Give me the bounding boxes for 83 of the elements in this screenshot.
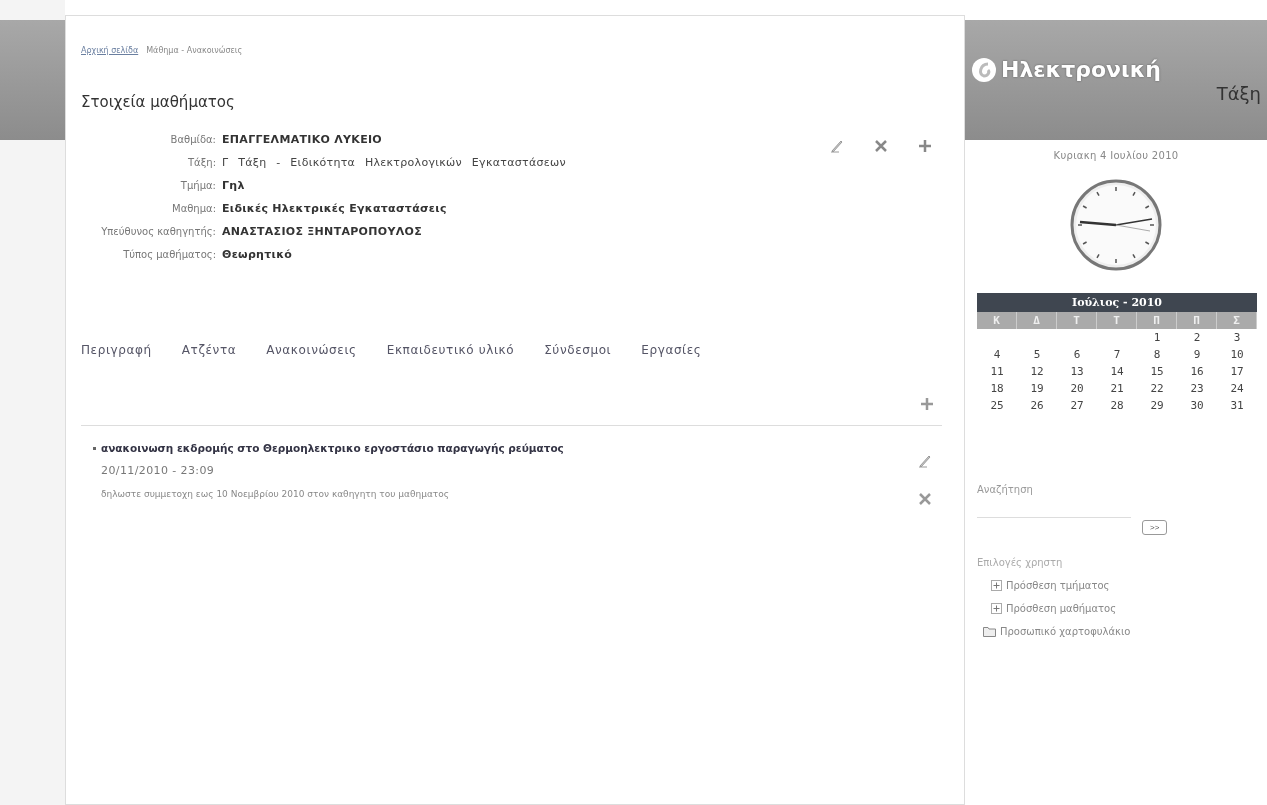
calendar-day[interactable]: 19 [1017,380,1057,397]
calendar-title: Ιούλιος - 2010 [977,293,1257,312]
calendar-day[interactable]: 25 [977,397,1017,414]
calendar-day[interactable]: 14 [1097,363,1137,380]
folder-icon [983,626,996,637]
field-value: ΑΝΑΣΤΑΣΙΟΣ ΞΗΝΤΑΡΟΠΟΥΛΟΣ [222,225,423,238]
calendar-day[interactable]: 11 [977,363,1017,380]
logo-text: Ηλεκτρονική [1001,57,1161,82]
logo-subtitle: Τάξη [1216,82,1261,104]
calendar-day[interactable]: 13 [1057,363,1097,380]
calendar-day[interactable]: 7 [1097,346,1137,363]
weekday-header: Τ [1097,312,1137,329]
logo-icon [971,56,997,83]
option-link[interactable]: Πρόσθεση μαθήματος [1006,603,1117,614]
options-title: Επιλογές χρηστη [977,557,1064,568]
field-value: ΕΠΑΓΓΕΛΜΑΤΙΚΟ ΛΥΚΕΙΟ [222,133,383,146]
weekday-header: Σ [1217,312,1257,329]
option-link[interactable]: Προσωπικό χαρτοφυλάκιο [1000,626,1131,637]
field-label: Υπεύθυνος καθηγητής: [100,226,216,237]
pencil-icon[interactable] [830,139,844,153]
announcement-date: 20/11/2010 - 23:09 [101,464,216,477]
breadcrumb-current: Μάθημα - Ανακοινώσεις [146,46,243,55]
field-label: Βαθμίδα: [169,134,216,145]
calendar-day[interactable]: 4 [977,346,1017,363]
announcement-text: δηλωστε συμμετοχη εως 10 Νοεμβρίου 2010 στον καθηγητη του μαθηματος [101,489,451,499]
field-value: Γηλ [222,179,246,192]
weekday-header: Κ [977,312,1017,329]
calendar-day[interactable]: 10 [1217,346,1257,363]
field-label: Τύπος μαθήματος: [122,249,216,260]
field-value: Ειδικές Ηλεκτρικές Εγκαταστάσεις [222,202,448,215]
tab[interactable]: Σύνδεσμοι [544,343,612,357]
calendar-day[interactable]: 20 [1057,380,1097,397]
pencil-icon[interactable] [918,454,932,468]
calendar-day[interactable]: 5 [1017,346,1057,363]
field-label: Τάξη: [187,157,216,168]
calendar-day[interactable]: 17 [1217,363,1257,380]
calendar-day[interactable]: 27 [1057,397,1097,414]
option-link[interactable]: Πρόσθεση τμήματος [1006,580,1110,591]
search-label: Αναζήτηση [977,484,1034,495]
calendar-day[interactable]: 26 [1017,397,1057,414]
tab[interactable]: Ανακοινώσεις [266,343,357,357]
calendar-day[interactable]: 3 [1217,329,1257,346]
calendar-day[interactable]: 15 [1137,363,1177,380]
field-value: Γ Τάξη - Ειδικότητα Ηλεκτρολογικών Εγκαταστάσεων [222,156,567,169]
calendar-day[interactable]: 21 [1097,380,1137,397]
weekday-header: Δ [1017,312,1057,329]
plus-icon[interactable] [920,397,934,411]
plus-box-icon [991,580,1002,591]
bullet-icon [93,446,96,450]
field-value: Θεωρητικό [222,248,294,261]
calendar-day[interactable]: 31 [1217,397,1257,414]
calendar-day[interactable]: 9 [1177,346,1217,363]
calendar-day[interactable]: 16 [1177,363,1217,380]
calendar-day[interactable]: 1 [1137,329,1177,346]
section-title: Στοιχεία μαθήματος [81,93,236,111]
calendar-day[interactable]: 30 [1177,397,1217,414]
weekday-header: Π [1137,312,1177,329]
calendar-day[interactable]: 2 [1177,329,1217,346]
home-link[interactable]: Αρχική σελίδα [81,46,139,55]
plus-icon[interactable] [918,139,932,153]
delete-icon[interactable] [918,492,932,506]
calendar-day[interactable]: 6 [1057,346,1097,363]
tab[interactable]: Εργασίες [641,343,702,357]
search-button[interactable]: >> [1142,520,1168,535]
calendar-day[interactable]: 24 [1217,380,1257,397]
weekday-header: Τ [1057,312,1097,329]
calendar-day[interactable]: 29 [1137,397,1177,414]
date-text: Κυριακη 4 Ιουλίου 2010 [1053,150,1179,161]
calendar-day[interactable]: 12 [1017,363,1057,380]
weekday-header: Π [1177,312,1217,329]
calendar-day[interactable]: 8 [1137,346,1177,363]
field-label: Μαθημα: [171,203,216,214]
plus-box-icon [991,603,1002,614]
field-label: Τμήμα: [179,180,216,191]
calendar-day[interactable]: 28 [1097,397,1137,414]
calendar-day[interactable]: 18 [977,380,1017,397]
announcement-title[interactable]: ανακοινωση εκδρομής στο Θερμοηλεκτρικο εργοστάσιο παραγωγής ρεύματος [101,442,564,454]
calendar-day[interactable]: 22 [1137,380,1177,397]
calendar-day[interactable]: 23 [1177,380,1217,397]
delete-icon[interactable] [874,139,888,153]
tab[interactable]: Εκπαιδευτικό υλικό [386,343,515,357]
tab[interactable]: Περιγραφή [81,343,152,357]
tab[interactable]: Ατζέντα [181,343,237,357]
